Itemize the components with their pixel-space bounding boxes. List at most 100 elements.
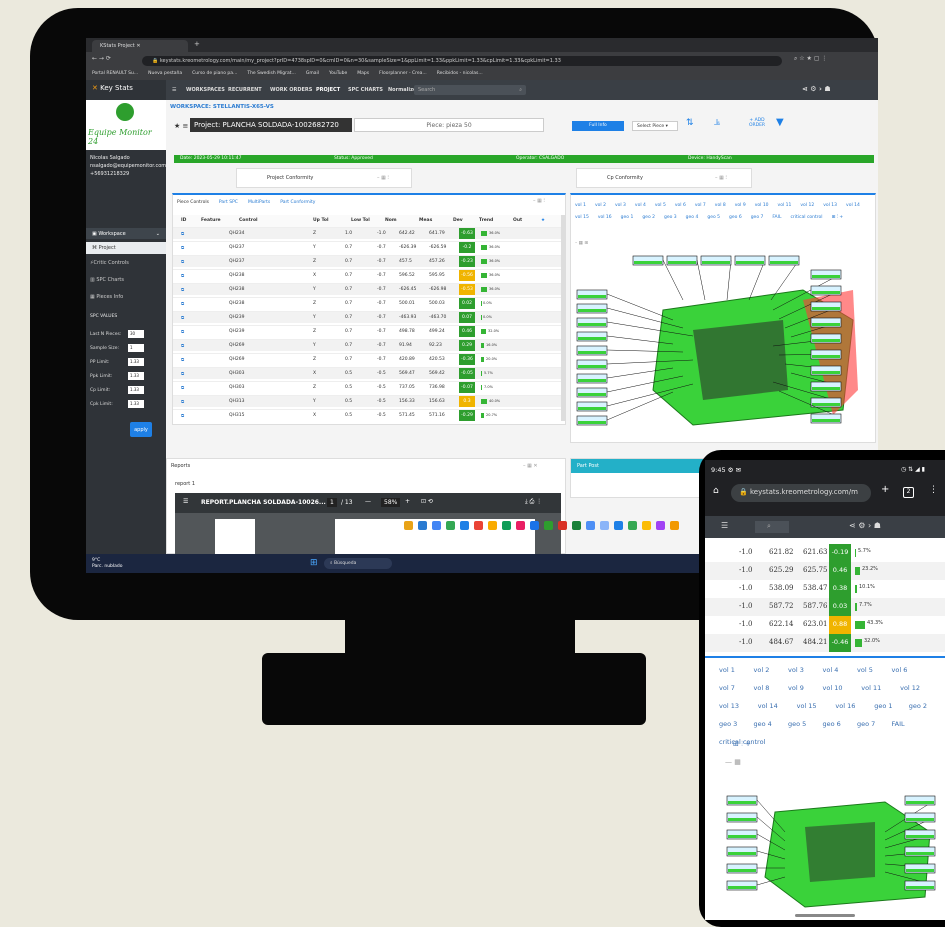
- table-tab[interactable]: Part Conformity: [280, 200, 315, 205]
- chart-line-icon[interactable]: ⧉: [181, 259, 184, 265]
- phone-vol-tab[interactable]: geo 3: [719, 720, 737, 728]
- chart-line-icon[interactable]: ⧉: [181, 287, 184, 293]
- vol-tab[interactable]: vol 4: [635, 200, 646, 212]
- taskbar-app-icon[interactable]: [446, 521, 455, 530]
- column-header[interactable]: Control: [239, 218, 258, 223]
- taskbar-app-icon[interactable]: [544, 521, 553, 530]
- sidebar-item-spc-charts[interactable]: ▥ SPC Charts: [90, 277, 164, 283]
- table-row[interactable]: ⧉ QH269 Y 0.7 -0.7 91.94 92.23 0.29 16.0%: [173, 339, 563, 351]
- more-icon[interactable]: ⋮: [929, 485, 938, 495]
- nav-recurrent[interactable]: RECURRENT: [228, 87, 262, 93]
- chart-line-icon[interactable]: ⧉: [181, 399, 184, 405]
- cad-3d-model[interactable]: [573, 250, 873, 440]
- select-piece-dropdown[interactable]: Select Piece ▾: [632, 121, 678, 131]
- chart-line-icon[interactable]: ⧉: [181, 301, 184, 307]
- vol-tab[interactable]: vol 2: [595, 200, 606, 212]
- filter-icon[interactable]: ▼: [776, 117, 784, 128]
- vol-tab[interactable]: vol 1: [575, 200, 586, 212]
- vol-tab[interactable]: geo 3: [664, 212, 677, 224]
- chart-line-icon[interactable]: ⧉: [181, 231, 184, 237]
- table-row[interactable]: ⧉ QH303 Z 0.5 -0.5 737.05 736.98 -0.07 7.0%: [173, 381, 563, 393]
- tab-count[interactable]: 2: [903, 487, 914, 498]
- pdf-thumbnail[interactable]: [215, 519, 255, 555]
- browser-action-icons[interactable]: ⌕ ☆ ★ ▢ ⋮: [794, 55, 827, 63]
- vol-tab[interactable]: geo 1: [621, 212, 634, 224]
- vol-tab[interactable]: vol 6: [675, 200, 686, 212]
- table-row[interactable]: ⧉ QH239 Y 0.7 -0.7 -463.93 -463.70 0.07 0.0%: [173, 311, 563, 323]
- phone-vol-tab[interactable]: FAIL: [892, 720, 905, 728]
- nav-work-orders[interactable]: WORK ORDERS: [270, 87, 312, 93]
- phone-nav-icons[interactable]: ⋖ ⚙ › ☗: [849, 521, 881, 530]
- taskbar-app-icon[interactable]: [558, 521, 567, 530]
- taskbar-app-icon[interactable]: [432, 521, 441, 530]
- chart-line-icon[interactable]: ⧉: [181, 371, 184, 377]
- bookmark-item[interactable]: Nueva pestaña: [148, 71, 182, 76]
- pdf-page-input[interactable]: 1: [327, 498, 337, 507]
- vol-tab[interactable]: vol 9: [735, 200, 746, 212]
- vol-tab[interactable]: FAIL: [772, 212, 781, 224]
- phone-vol-tab[interactable]: vol 8: [754, 684, 770, 692]
- phone-panel-controls[interactable]: — ▦: [725, 758, 741, 766]
- phone-table-row[interactable]: -1.0 622.14 623.01 0.88 43.3%: [705, 616, 945, 634]
- nav-right-icons[interactable]: ⋖ ⚙ › ☗: [802, 85, 831, 93]
- bookmark-item[interactable]: YouTube: [329, 71, 347, 76]
- phone-tab-actions[interactable]: ⊞ ⫶ +: [733, 740, 751, 749]
- menu-icon[interactable]: ☰: [172, 87, 176, 93]
- taskbar-app-icon[interactable]: [628, 521, 637, 530]
- vol-tab[interactable]: vol 3: [615, 200, 626, 212]
- chart-line-icon[interactable]: ⧉: [181, 315, 184, 321]
- table-row[interactable]: ⧉ QH234 Z 1.0 -1.0 642.42 641.79 -0.63 36.0%: [173, 227, 563, 239]
- project-select[interactable]: Project: PLANCHA SOLDADA-1002682720: [190, 118, 352, 132]
- phone-vol-tab[interactable]: vol 12: [900, 684, 920, 692]
- browser-tab[interactable]: KStats Project ✕: [92, 40, 188, 52]
- phone-cad-3d-model[interactable]: [725, 782, 945, 914]
- table-row[interactable]: ⧉ QH315 X 0.5 -0.5 571.45 571.16 -0.29 20.7%: [173, 409, 563, 421]
- bookmark-item[interactable]: Floorplanner - Crea...: [379, 71, 427, 76]
- vol-tab[interactable]: vol 5: [655, 200, 666, 212]
- phone-vol-tab[interactable]: vol 7: [719, 684, 735, 692]
- zoom-in-icon[interactable]: +: [405, 498, 410, 505]
- pdf-viewer[interactable]: [175, 513, 561, 555]
- phone-vol-tab[interactable]: vol 2: [754, 666, 770, 674]
- table-row[interactable]: ⧉ QH238 Y 0.7 -0.7 -626.45 -626.98 -0.53 36.0%: [173, 283, 563, 295]
- vol-tab[interactable]: critical control: [790, 212, 822, 224]
- menu-icon[interactable]: ☰: [721, 521, 728, 530]
- phone-vol-tab[interactable]: vol 5: [857, 666, 873, 674]
- full-info-button[interactable]: Full Info: [572, 121, 624, 131]
- star-icon[interactable]: ★: [541, 218, 545, 223]
- report-item[interactable]: report 1: [175, 481, 195, 487]
- vol-tab[interactable]: vol 13: [823, 200, 837, 212]
- phone-search[interactable]: ⌕: [755, 521, 789, 533]
- taskbar-app-icon[interactable]: [656, 521, 665, 530]
- taskbar-app-icon[interactable]: [474, 521, 483, 530]
- weather-widget[interactable]: 9°C Parc. nublado: [92, 558, 123, 570]
- taskbar-app-icon[interactable]: [670, 521, 679, 530]
- spc-field-input[interactable]: 1.33: [128, 358, 144, 366]
- column-header[interactable]: Trend: [479, 218, 493, 223]
- taskbar-app-icon[interactable]: [418, 521, 427, 530]
- app-logo[interactable]: ✕ Key Stats: [92, 84, 133, 92]
- column-header[interactable]: Meas: [419, 218, 432, 223]
- chart-line-icon[interactable]: ⧉: [181, 245, 184, 251]
- table-tab[interactable]: MultiParts: [248, 200, 270, 205]
- phone-vol-tab[interactable]: vol 14: [758, 702, 778, 710]
- chart-line-icon[interactable]: ⧉: [181, 385, 184, 391]
- taskbar-app-icon[interactable]: [600, 521, 609, 530]
- table-tab[interactable]: Part SPC: [219, 200, 238, 205]
- bookmark-item[interactable]: Gmail: [306, 71, 319, 76]
- phone-vol-tab[interactable]: vol 15: [797, 702, 817, 710]
- table-row[interactable]: ⧉ QH303 X 0.5 -0.5 569.47 569.42 -0.05 5.7%: [173, 367, 563, 379]
- table-row[interactable]: ⧉ QH313 Y 0.5 -0.5 156.33 156.63 0.3 40.0%: [173, 395, 563, 407]
- workspace-section[interactable]: ▣ Workspace ⌄: [86, 228, 166, 239]
- table-scrollbar[interactable]: [561, 215, 565, 421]
- phone-vol-tab[interactable]: vol 3: [788, 666, 804, 674]
- zoom-out-icon[interactable]: —: [365, 498, 371, 505]
- table-row[interactable]: ⧉ QH237 Z 0.7 -0.7 457.5 457.26 -0.23 36.0%: [173, 255, 563, 267]
- phone-table-row[interactable]: -1.0 484.67 484.21 -0.46 32.0%: [705, 634, 945, 652]
- phone-table-row[interactable]: -1.0 621.82 621.63 -0.19 5.7%: [705, 544, 945, 562]
- bookmark-item[interactable]: Curso de piano pa...: [192, 71, 237, 76]
- vol-tab[interactable]: geo 5: [707, 212, 720, 224]
- panel-controls-icon[interactable]: – ▦ ⁝: [377, 175, 389, 181]
- taskbar-app-icon[interactable]: [586, 521, 595, 530]
- chart-line-icon[interactable]: ⧉: [181, 357, 184, 363]
